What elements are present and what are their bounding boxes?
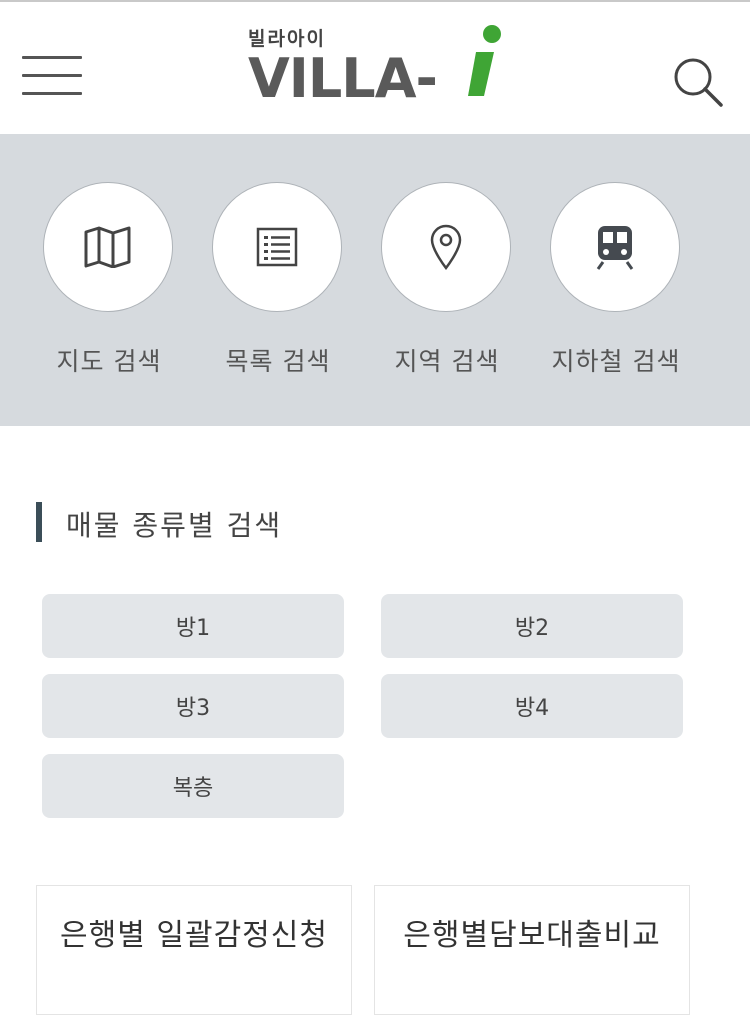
bank-loan-compare-card[interactable]: 은행별담보대출비교 xyxy=(374,885,690,1015)
search-icon xyxy=(674,58,723,107)
list-icon xyxy=(256,227,298,267)
quick-search-subway[interactable]: 지하철 검색 xyxy=(541,182,691,382)
quick-search-label: 지하철 검색 xyxy=(551,347,681,376)
section-title-bar xyxy=(36,502,42,542)
section-title-text: 매물 종류별 검색 xyxy=(66,509,283,542)
map-icon xyxy=(84,226,131,268)
type-button-room2[interactable]: 방2 xyxy=(381,594,683,658)
logo-text: VILLA- xyxy=(248,47,438,110)
quick-search-label: 목록 검색 xyxy=(225,347,331,376)
hamburger-menu-icon[interactable] xyxy=(22,56,82,96)
header: 빌라아이 VILLA- xyxy=(0,2,750,134)
quick-search-map[interactable]: 지도 검색 xyxy=(34,182,184,382)
quick-search-label: 지도 검색 xyxy=(56,347,162,376)
type-button-room4[interactable]: 방4 xyxy=(381,674,683,738)
logo[interactable]: 빌라아이 VILLA- xyxy=(248,22,508,112)
bank-appraisal-card[interactable]: 은행별 일괄감정신청 xyxy=(36,885,352,1015)
quick-search-region[interactable]: 지역 검색 xyxy=(372,182,522,382)
quick-search-panel: 지도 검색 목록 검색 지역 검색 지하철 검색 xyxy=(0,134,750,426)
location-pin-icon xyxy=(430,224,462,270)
quick-search-label: 지역 검색 xyxy=(394,347,500,376)
type-button-room1[interactable]: 방1 xyxy=(42,594,344,658)
quick-search-list[interactable]: 목록 검색 xyxy=(203,182,353,382)
subway-train-icon xyxy=(596,226,634,270)
logo-i-letter-icon xyxy=(468,25,501,96)
type-button-duplex[interactable]: 복층 xyxy=(42,754,344,818)
type-button-room3[interactable]: 방3 xyxy=(42,674,344,738)
search-button[interactable] xyxy=(672,56,724,108)
